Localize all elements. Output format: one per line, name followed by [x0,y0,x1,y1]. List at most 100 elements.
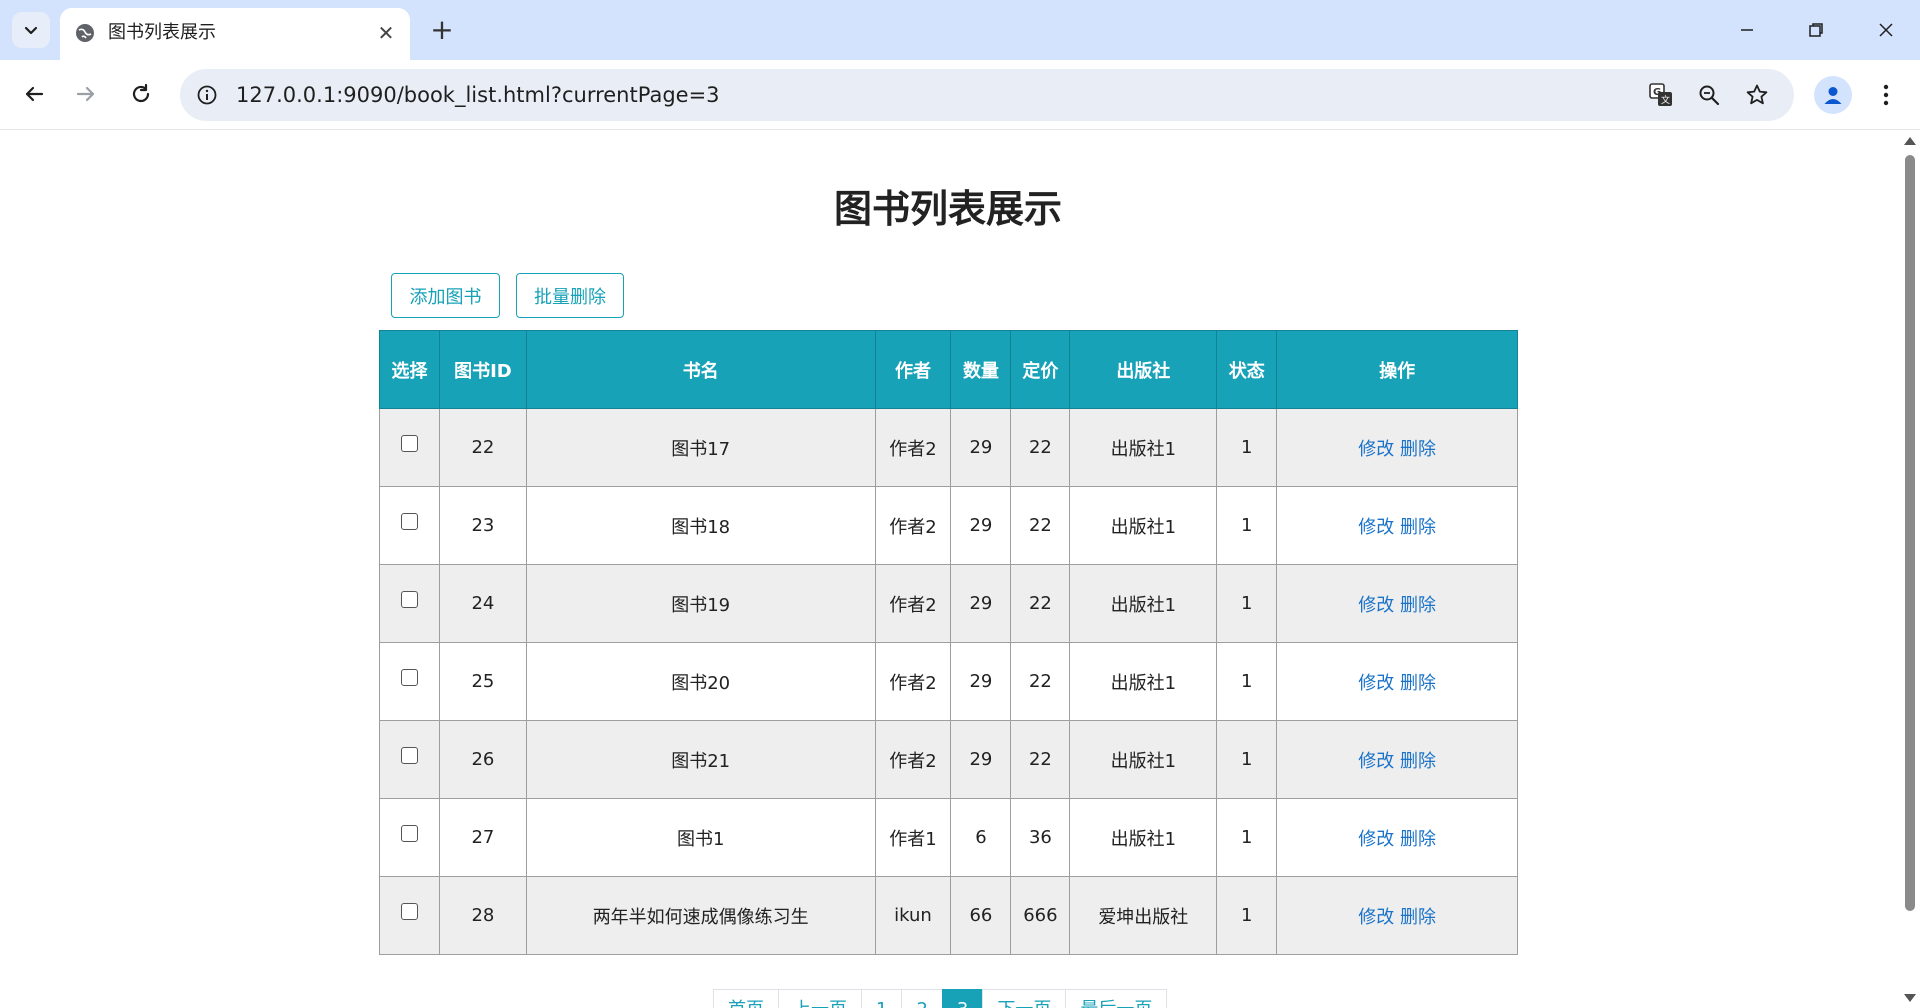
count-cell: 29 [950,486,1012,565]
price-cell: 22 [1010,720,1071,799]
restore-icon [1809,23,1823,37]
delete-link[interactable]: 删除 [1400,751,1436,772]
delete-link[interactable]: 删除 [1400,517,1436,538]
svg-text:文: 文 [1661,94,1670,106]
arrow-right-icon [76,86,95,102]
edit-link[interactable]: 修改 [1358,517,1394,538]
delete-link[interactable]: 删除 [1400,439,1436,460]
status-cell: 1 [1216,642,1278,721]
book-name-cell: 图书21 [525,720,876,799]
select-cell [379,798,440,877]
row-checkbox[interactable] [400,434,418,452]
author-cell: 作者1 [874,798,952,877]
operation-cell: 修改 删除 [1276,798,1518,877]
book-name-cell: 图书17 [525,408,876,487]
edit-link[interactable]: 修改 [1358,907,1394,928]
star-icon [1746,84,1768,105]
edit-link[interactable]: 修改 [1358,751,1394,772]
page-first[interactable]: 首页 [713,989,779,1008]
publisher-cell: 爱坤出版社 [1069,876,1218,955]
page-next[interactable]: 下一页 [982,989,1067,1008]
browser-tab-active[interactable]: 图书列表展示 ✕ [60,8,410,60]
select-cell [379,720,440,799]
bookmark-button[interactable] [1742,80,1772,110]
address-bar[interactable]: 127.0.0.1:9090/book_list.html?currentPag… [180,69,1794,121]
url-text[interactable]: 127.0.0.1:9090/book_list.html?currentPag… [236,83,720,107]
select-cell [379,642,440,721]
header-operation: 操作 [1276,330,1518,409]
select-cell [379,408,440,487]
scroll-up-arrow-icon[interactable] [1904,137,1916,145]
page-number-current[interactable]: 3 [941,989,984,1008]
page-prev[interactable]: 上一页 [778,989,862,1008]
count-cell: 29 [950,642,1012,721]
header-author: 作者 [874,330,952,409]
delete-link[interactable]: 删除 [1400,907,1436,928]
row-checkbox[interactable] [400,746,418,764]
batch-delete-button[interactable]: 批量删除 [516,273,624,318]
window-close-button[interactable] [1862,6,1910,54]
site-info-button[interactable] [192,80,222,110]
row-checkbox[interactable] [400,590,418,608]
table-row: 24 图书19 作者2 29 22 出版社1 1 修改 删除 [379,564,1518,643]
page-viewport: 图书列表展示 添加图书 批量删除 选择 图书ID 书名 作者 数量 定价 出版社… [0,131,1900,1008]
operation-cell: 修改 删除 [1276,720,1518,799]
browser-menu-button[interactable] [1870,76,1902,114]
delete-link[interactable]: 删除 [1400,673,1436,694]
table-row: 27 图书1 作者1 6 36 出版社1 1 修改 删除 [379,798,1518,877]
edit-link[interactable]: 修改 [1358,673,1394,694]
forward-button[interactable] [66,74,106,114]
row-checkbox[interactable] [400,824,418,842]
scroll-thumb[interactable] [1905,155,1915,911]
header-publisher: 出版社 [1069,330,1218,409]
count-cell: 29 [950,408,1012,487]
browser-tab-bar: 图书列表展示 ✕ + [0,0,1920,60]
row-checkbox[interactable] [400,668,418,686]
add-book-button[interactable]: 添加图书 [391,273,500,318]
tab-search-button[interactable] [12,12,50,48]
operation-cell: 修改 删除 [1276,642,1518,721]
profile-button[interactable] [1814,76,1852,114]
select-cell [379,876,440,955]
book-table: 选择 图书ID 书名 作者 数量 定价 出版社 状态 操作 22 图书17 作者… [379,330,1518,955]
header-select: 选择 [379,330,440,409]
price-cell: 22 [1010,564,1071,643]
operation-cell: 修改 删除 [1276,408,1518,487]
book-id-cell: 25 [438,642,527,721]
page-last[interactable]: 最后一页 [1065,989,1168,1008]
window-restore-button[interactable] [1792,6,1840,54]
back-button[interactable] [14,74,54,114]
new-tab-button[interactable]: + [424,12,460,48]
edit-link[interactable]: 修改 [1358,595,1394,616]
translate-icon: G文 [1649,83,1672,106]
operation-cell: 修改 删除 [1276,876,1518,955]
page-number[interactable]: 2 [901,989,943,1008]
translate-button[interactable]: G文 [1646,80,1676,110]
author-cell: 作者2 [874,486,952,565]
page-number[interactable]: 1 [861,989,903,1008]
window-minimize-button[interactable] [1723,6,1771,54]
edit-link[interactable]: 修改 [1358,439,1394,460]
table-row: 22 图书17 作者2 29 22 出版社1 1 修改 删除 [379,408,1518,487]
publisher-cell: 出版社1 [1069,798,1218,877]
close-icon [1879,23,1893,37]
edit-link[interactable]: 修改 [1358,829,1394,850]
price-cell: 22 [1010,486,1071,565]
delete-link[interactable]: 删除 [1400,595,1436,616]
status-cell: 1 [1216,564,1278,643]
book-id-cell: 28 [438,876,527,955]
close-icon[interactable]: ✕ [372,19,400,47]
page-scrollbar[interactable] [1900,131,1920,1008]
reload-button[interactable] [121,74,161,114]
zoom-button[interactable] [1694,80,1724,110]
count-cell: 29 [950,720,1012,799]
price-cell: 36 [1010,798,1071,877]
delete-link[interactable]: 删除 [1400,829,1436,850]
select-cell [379,564,440,643]
row-checkbox[interactable] [400,512,418,530]
row-checkbox[interactable] [400,902,418,920]
price-cell: 22 [1010,408,1071,487]
publisher-cell: 出版社1 [1069,486,1218,565]
zoom-out-icon [1699,85,1720,106]
scroll-down-arrow-icon[interactable] [1904,994,1916,1002]
